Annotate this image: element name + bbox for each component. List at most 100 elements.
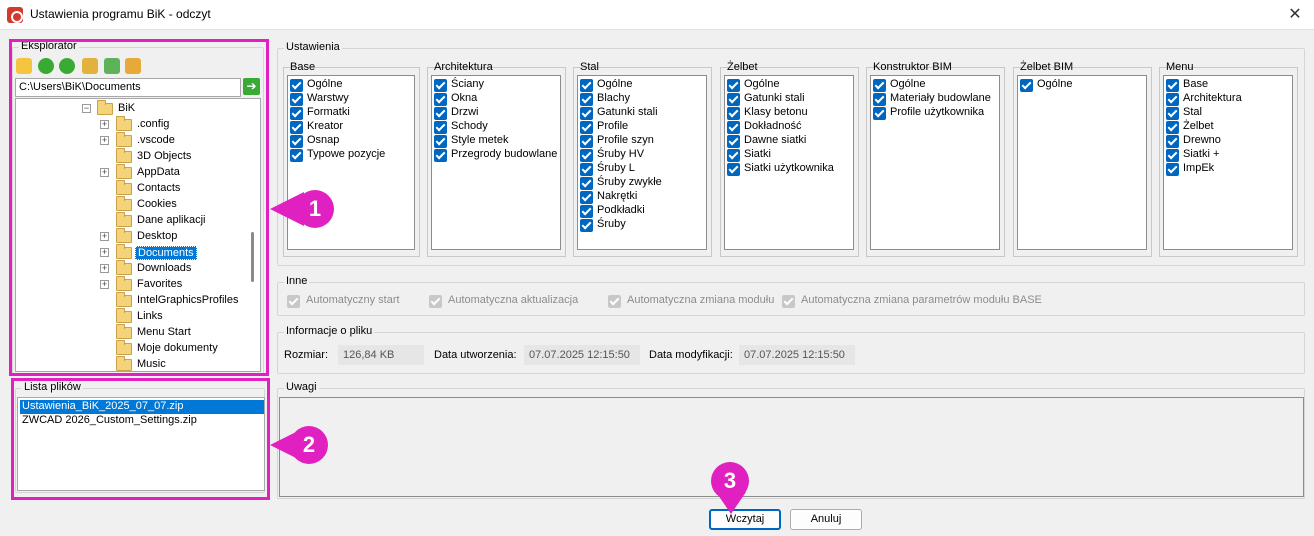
checkbox-item[interactable]: Okna <box>434 92 558 106</box>
checkbox-checked-icon[interactable] <box>434 135 447 148</box>
checkbox-checked-icon[interactable] <box>434 121 447 134</box>
checkbox-item[interactable]: ImpEk <box>1166 162 1290 176</box>
checkbox-label: Drewno <box>1183 134 1221 146</box>
checkbox-checked-icon[interactable] <box>727 93 740 106</box>
checkbox-checked-icon[interactable] <box>873 79 886 92</box>
checkbox-checked-icon[interactable] <box>290 93 303 106</box>
checkbox-checked-icon[interactable] <box>580 135 593 148</box>
section-checklist[interactable]: Ogólne Gatunki stali Klasy betonu Dokładnoś… <box>724 75 854 250</box>
checkbox-item[interactable]: Typowe pozycje <box>290 148 412 162</box>
section-checklist[interactable]: Base Architektura Stal Żelbet Drewno Siatki +… <box>1163 75 1293 250</box>
checkbox-item[interactable]: Kreator <box>290 120 412 134</box>
checkbox-checked-icon[interactable] <box>1166 79 1179 92</box>
checkbox-item[interactable]: Ogólne <box>1020 78 1144 92</box>
checkbox-item[interactable]: Śruby <box>580 218 704 232</box>
checkbox-checked-icon[interactable] <box>1166 121 1179 134</box>
checkbox-checked-icon[interactable] <box>580 219 593 232</box>
checkbox-checked-icon[interactable] <box>580 163 593 176</box>
checkbox-item[interactable]: Śruby zwykłe <box>580 176 704 190</box>
checkbox-item[interactable]: Podkładki <box>580 204 704 218</box>
checkbox-checked-icon[interactable] <box>434 149 447 162</box>
checkbox-checked-icon[interactable] <box>1166 163 1179 176</box>
section-checklist[interactable]: Ogólne Materiały budowlane Profile użytkow… <box>870 75 1000 250</box>
cancel-button[interactable]: Anuluj <box>790 509 862 530</box>
checkbox-item[interactable]: Drewno <box>1166 134 1290 148</box>
checkbox-label: Gatunki stali <box>744 92 805 104</box>
checkbox-checked-icon[interactable] <box>580 149 593 162</box>
section-checklist[interactable]: Ogólne <box>1017 75 1147 250</box>
checkbox-checked-icon[interactable] <box>580 177 593 190</box>
checkbox-item[interactable]: Siatki <box>727 148 851 162</box>
checkbox-checked-icon[interactable] <box>290 79 303 92</box>
checkbox-checked-icon[interactable] <box>727 135 740 148</box>
checkbox-checked-icon[interactable] <box>1166 135 1179 148</box>
checkbox-item[interactable]: Base <box>1166 78 1290 92</box>
checkbox-checked-icon[interactable] <box>727 163 740 176</box>
checkbox-checked-icon[interactable] <box>873 93 886 106</box>
checkbox-item[interactable]: Stal <box>1166 106 1290 120</box>
checkbox-item[interactable]: Dawne siatki <box>727 134 851 148</box>
checkbox-checked-icon[interactable] <box>290 149 303 162</box>
checkbox-checked-icon[interactable] <box>290 107 303 120</box>
checkbox-item[interactable]: Schody <box>434 120 558 134</box>
checkbox-checked-icon[interactable] <box>290 121 303 134</box>
checkbox-item[interactable]: Przegrody budowlane <box>434 148 558 162</box>
checkbox-item[interactable]: Ogólne <box>290 78 412 92</box>
close-button[interactable]: ✕ <box>1284 4 1306 26</box>
checkbox-item[interactable]: Śruby HV <box>580 148 704 162</box>
checkbox-item[interactable]: Blachy <box>580 92 704 106</box>
notes-textarea[interactable] <box>279 397 1304 497</box>
checkbox-checked-icon[interactable] <box>434 107 447 120</box>
checkbox-checked-icon[interactable] <box>580 191 593 204</box>
checkbox-checked-icon[interactable] <box>727 121 740 134</box>
checkbox-checked-icon[interactable] <box>727 79 740 92</box>
size-label: Rozmiar: <box>284 349 329 361</box>
checkbox-checked-icon[interactable] <box>1166 107 1179 120</box>
checkbox-checked-icon[interactable] <box>434 93 447 106</box>
checkbox-item[interactable]: Dokładność <box>727 120 851 134</box>
checkbox-checked-icon[interactable] <box>873 107 886 120</box>
checkbox-item[interactable]: Formatki <box>290 106 412 120</box>
checkbox-item[interactable]: Ogólne <box>873 78 997 92</box>
checkbox-item[interactable]: Style metek <box>434 134 558 148</box>
settings-title: Ustawienia <box>284 41 342 53</box>
callout-1: 1 <box>296 190 334 228</box>
checkbox-checked-icon[interactable] <box>580 107 593 120</box>
checkbox-checked-icon[interactable] <box>290 135 303 148</box>
section-checklist[interactable]: Ogólne Blachy Gatunki stali Profile Profile … <box>577 75 707 250</box>
checkbox-checked-icon[interactable] <box>580 121 593 134</box>
section-checklist[interactable]: Ściany Okna Drzwi Schody Style metek Przegrod… <box>431 75 561 250</box>
checkbox-item[interactable]: Profile <box>580 120 704 134</box>
checkbox-item[interactable]: Nakrętki <box>580 190 704 204</box>
checkbox-item[interactable]: Warstwy <box>290 92 412 106</box>
checkbox-label: Materiały budowlane <box>890 92 991 104</box>
checkbox-item[interactable]: Profile szyn <box>580 134 704 148</box>
checkbox-item[interactable]: Materiały budowlane <box>873 92 997 106</box>
modified-label: Data modyfikacji: <box>649 349 733 361</box>
checkbox-checked-icon[interactable] <box>434 79 447 92</box>
highlight-frame-explorer <box>9 39 269 376</box>
checkbox-item[interactable]: Ogólne <box>580 78 704 92</box>
checkbox-item[interactable]: Żelbet <box>1166 120 1290 134</box>
checkbox-checked-icon[interactable] <box>580 93 593 106</box>
checkbox-item[interactable]: Gatunki stali <box>727 92 851 106</box>
checkbox-label: Podkładki <box>597 204 645 216</box>
checkbox-item[interactable]: Śruby L <box>580 162 704 176</box>
checkbox-item[interactable]: Architektura <box>1166 92 1290 106</box>
checkbox-checked-icon[interactable] <box>1020 79 1033 92</box>
checkbox-checked-icon[interactable] <box>580 205 593 218</box>
checkbox-checked-icon[interactable] <box>727 107 740 120</box>
checkbox-checked-icon[interactable] <box>580 79 593 92</box>
checkbox-checked-icon[interactable] <box>1166 93 1179 106</box>
checkbox-item[interactable]: Siatki + <box>1166 148 1290 162</box>
checkbox-item[interactable]: Osnap <box>290 134 412 148</box>
checkbox-checked-icon[interactable] <box>727 149 740 162</box>
checkbox-item[interactable]: Siatki użytkownika <box>727 162 851 176</box>
checkbox-item[interactable]: Profile użytkownika <box>873 106 997 120</box>
checkbox-item[interactable]: Ściany <box>434 78 558 92</box>
checkbox-checked-icon[interactable] <box>1166 149 1179 162</box>
checkbox-item[interactable]: Gatunki stali <box>580 106 704 120</box>
checkbox-item[interactable]: Drzwi <box>434 106 558 120</box>
checkbox-item[interactable]: Klasy betonu <box>727 106 851 120</box>
checkbox-item[interactable]: Ogólne <box>727 78 851 92</box>
